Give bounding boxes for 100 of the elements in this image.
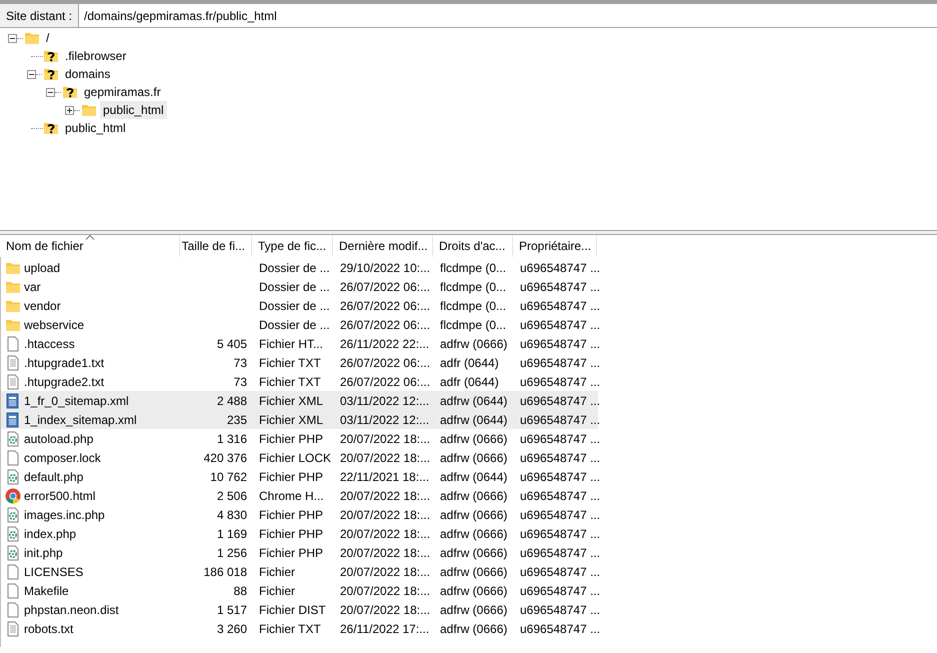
tree-item[interactable]: public_html — [62, 119, 129, 137]
collapse-icon[interactable] — [46, 88, 55, 96]
file-row[interactable]: init.php 1 256 Fichier PHP 20/07/2022 18:... adfrw (0666) u696548747 ... — [1, 543, 598, 562]
modified-date: 20/07/2022 18:... — [340, 450, 430, 466]
owner: u696548747 ... — [520, 412, 600, 428]
file-row[interactable]: phpstan.neon.dist 1 517 Fichier DIST 20/07/2022 18:... adfrw (0666) u696548747 ... — [1, 600, 598, 619]
file-row[interactable]: 1_index_sitemap.xml 235 Fichier XML 03/11/2022 12:... adfrw (0644) u696548747 ... — [1, 410, 598, 429]
permissions: flcdmpe (0... — [440, 260, 506, 276]
gear-file-icon — [5, 526, 21, 542]
modified-date: 20/07/2022 18:... — [340, 506, 430, 524]
file-size: 5 405 — [216, 336, 247, 352]
file-row[interactable]: upload Dossier de ... 29/10/2022 10:... flcdmpe (0... u696548747 ... — [1, 258, 598, 277]
sort-icon — [85, 235, 94, 240]
file-name: index.php — [24, 526, 76, 542]
folder-icon — [24, 30, 40, 46]
file-type: Fichier TXT — [259, 354, 321, 372]
column-header[interactable]: Taille de fi... — [180, 235, 252, 257]
file-name: 1_fr_0_sitemap.xml — [24, 392, 129, 410]
modified-date: 26/07/2022 06:... — [340, 354, 430, 372]
permissions: adfrw (0666) — [440, 564, 508, 580]
file-name: .htupgrade2.txt — [24, 374, 104, 390]
file-name: LICENSES — [24, 564, 84, 580]
owner: u696548747 ... — [520, 298, 600, 314]
column-header[interactable]: Nom de fichier — [0, 235, 180, 257]
permissions: flcdmpe (0... — [440, 298, 506, 314]
file-row[interactable]: Makefile 88 Fichier 20/07/2022 18:... adfrw (0666) u696548747 ... — [1, 581, 598, 600]
file-name: default.php — [24, 468, 84, 486]
modified-date: 20/07/2022 18:... — [340, 602, 430, 618]
owner: u696548747 ... — [520, 260, 600, 276]
column-header[interactable]: Dernière modif... — [333, 235, 433, 257]
permissions: adfrw (0666) — [440, 544, 508, 562]
file-row[interactable]: index.php 1 169 Fichier PHP 20/07/2022 18:... adfrw (0666) u696548747 ... — [1, 524, 598, 543]
modified-date: 26/11/2022 22:... — [340, 336, 430, 352]
modified-date: 29/10/2022 10:... — [340, 260, 430, 276]
file-row[interactable]: error500.html 2 506 Chrome H... 20/07/2022 18:... adfrw (0666) u696548747 ... — [1, 486, 598, 505]
file-size: 1 169 — [216, 526, 247, 542]
file-size: 235 — [226, 412, 247, 428]
file-size: 10 762 — [210, 468, 247, 486]
collapse-icon[interactable] — [8, 34, 17, 42]
question-folder-icon — [43, 48, 59, 64]
file-size: 2 488 — [216, 392, 247, 410]
file-row[interactable]: default.php 10 762 Fichier PHP 22/11/2021 18:... adfrw (0644) u696548747 ... — [1, 467, 598, 486]
column-header[interactable]: Droits d'ac... — [433, 235, 513, 257]
modified-date: 20/07/2022 18:... — [340, 526, 430, 542]
xml-file-icon — [5, 392, 21, 408]
tree-item[interactable]: public_html — [100, 101, 167, 119]
file-row[interactable]: webservice Dossier de ... 26/07/2022 06:... flcdmpe (0... u696548747 ... — [1, 315, 598, 334]
file-size: 4 830 — [216, 506, 247, 524]
permissions: adfrw (0644) — [440, 468, 508, 486]
file-row[interactable]: .htupgrade2.txt 73 Fichier TXT 26/07/2022 06:... adfr (0644) u696548747 ... — [1, 372, 598, 391]
file-name: webservice — [24, 316, 84, 334]
owner: u696548747 ... — [520, 336, 600, 352]
modified-date: 26/07/2022 06:... — [340, 298, 430, 314]
path-field[interactable]: /domains/gepmiramas.fr/public_html — [79, 4, 937, 27]
file-size: 1 517 — [216, 602, 247, 618]
modified-date: 03/11/2022 12:... — [340, 392, 430, 410]
column-header[interactable]: Propriétaire... — [513, 235, 597, 257]
file-icon — [5, 564, 21, 580]
gear-file-icon — [5, 506, 21, 522]
file-type: Fichier DIST — [259, 602, 326, 618]
permissions: adfrw (0666) — [440, 450, 508, 466]
permissions: adfr (0644) — [440, 374, 499, 390]
column-header[interactable]: Type de fic... — [252, 235, 333, 257]
file-name: .htupgrade1.txt — [24, 354, 104, 372]
owner: u696548747 ... — [520, 582, 600, 600]
file-name: images.inc.php — [24, 506, 105, 524]
tree-item[interactable]: .filebrowser — [62, 47, 130, 65]
owner: u696548747 ... — [520, 620, 600, 638]
permissions: adfrw (0644) — [440, 392, 508, 410]
file-row[interactable]: vendor Dossier de ... 26/07/2022 06:... flcdmpe (0... u696548747 ... — [1, 296, 598, 315]
permissions: adfrw (0666) — [440, 336, 508, 352]
file-row[interactable]: var Dossier de ... 26/07/2022 06:... flcdmpe (0... u696548747 ... — [1, 277, 598, 296]
tree-item[interactable]: domains — [62, 65, 114, 83]
file-row[interactable]: 1_fr_0_sitemap.xml 2 488 Fichier XML 03/11/2022 12:... adfrw (0644) u696548747 ... — [1, 391, 598, 410]
question-folder-icon — [62, 84, 78, 100]
file-type: Fichier PHP — [259, 430, 324, 448]
file-type: Fichier PHP — [259, 468, 324, 486]
collapse-icon[interactable] — [27, 70, 36, 78]
folder-icon — [81, 102, 97, 118]
gear-file-icon — [5, 430, 21, 446]
tree-item[interactable]: gepmiramas.fr — [81, 83, 164, 101]
permissions: adfrw (0666) — [440, 430, 508, 448]
owner: u696548747 ... — [520, 374, 600, 390]
file-row[interactable]: LICENSES 186 018 Fichier 20/07/2022 18:... adfrw (0666) u696548747 ... — [1, 562, 598, 581]
file-row[interactable]: composer.lock 420 376 Fichier LOCK 20/07/2022 18:... adfrw (0666) u696548747 ... — [1, 448, 598, 467]
owner: u696548747 ... — [520, 468, 600, 486]
modified-date: 22/11/2021 18:... — [340, 468, 430, 486]
expand-icon[interactable] — [65, 106, 74, 114]
file-type: Dossier de ... — [259, 260, 330, 276]
file-row[interactable]: .htupgrade1.txt 73 Fichier TXT 26/07/2022 06:... adfr (0644) u696548747 ... — [1, 353, 598, 372]
file-size: 420 376 — [204, 450, 247, 466]
file-row[interactable]: .htaccess 5 405 Fichier HT... 26/11/2022 22:... adfrw (0666) u696548747 ... — [1, 334, 598, 353]
question-folder-icon — [43, 66, 59, 82]
tree-item[interactable]: / — [43, 29, 52, 47]
owner: u696548747 ... — [520, 354, 600, 372]
file-row[interactable]: robots.txt 3 260 Fichier TXT 26/11/2022 17:... adfrw (0666) u696548747 ... — [1, 619, 598, 638]
file-row[interactable]: autoload.php 1 316 Fichier PHP 20/07/2022 18:... adfrw (0666) u696548747 ... — [1, 429, 598, 448]
file-row[interactable]: images.inc.php 4 830 Fichier PHP 20/07/2022 18:... adfrw (0666) u696548747 ... — [1, 505, 598, 524]
owner: u696548747 ... — [520, 506, 600, 524]
file-type: Fichier — [259, 582, 296, 600]
